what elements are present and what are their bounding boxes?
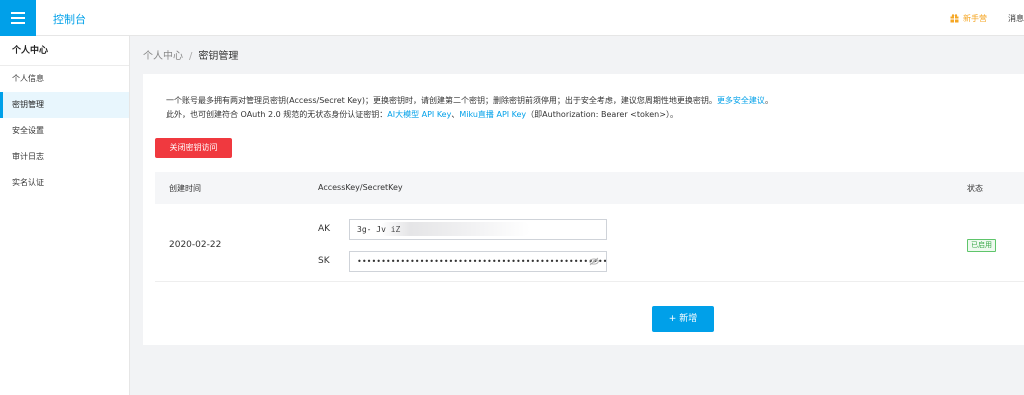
sidebar-item-key-management[interactable]: 密钥管理 bbox=[0, 92, 129, 118]
key-management-card: 一个账号最多拥有两对管理员密钥(Access/Secret Key)；更换密钥时… bbox=[143, 74, 1024, 345]
table-row: 2020-02-22 AK 3g- Jv iZ SK •••••••••••••… bbox=[155, 204, 1024, 282]
created-date: 2020-02-22 bbox=[169, 240, 222, 250]
notice-line-1: 一个账号最多拥有两对管理员密钥(Access/Secret Key)；更换密钥时… bbox=[166, 94, 773, 108]
menu-toggle-button[interactable] bbox=[0, 0, 36, 36]
newbie-link[interactable]: 新手营 bbox=[950, 13, 987, 24]
sidebar: 个人中心 个人信息 密钥管理 安全设置 审计日志 实名认证 bbox=[0, 36, 130, 395]
gift-icon bbox=[950, 14, 959, 23]
sk-label: SK bbox=[318, 256, 330, 266]
access-key-field[interactable]: 3g- Jv iZ bbox=[349, 219, 607, 240]
redaction-blur bbox=[380, 222, 530, 236]
notice-line-2: 此外，也可创建符合 OAuth 2.0 规范的无状态身份认证密钥：AI大模型 A… bbox=[166, 108, 773, 122]
ai-api-key-link[interactable]: AI大模型 API Key bbox=[387, 110, 451, 119]
notice-line-1-text: 一个账号最多拥有两对管理员密钥(Access/Secret Key)；更换密钥时… bbox=[166, 96, 717, 105]
notice-line-1-end: 。 bbox=[764, 96, 773, 105]
breadcrumb-current: 密钥管理 bbox=[198, 51, 239, 62]
ak-label: AK bbox=[318, 224, 331, 234]
app-title[interactable]: 控制台 bbox=[53, 11, 86, 27]
sidebar-item-security[interactable]: 安全设置 bbox=[0, 118, 129, 144]
sidebar-title: 个人中心 bbox=[0, 36, 129, 66]
eye-off-icon[interactable] bbox=[589, 257, 599, 266]
add-key-button[interactable]: + 新增 bbox=[652, 306, 714, 332]
secret-key-field[interactable]: ••••••••••••••••••••••••••••••••••••••••… bbox=[349, 251, 607, 272]
secret-key-value: ••••••••••••••••••••••••••••••••••••••••… bbox=[357, 257, 607, 266]
top-bar: 控制台 新手营 消息 bbox=[0, 0, 1024, 36]
breadcrumb-parent[interactable]: 个人中心 bbox=[143, 51, 183, 62]
sidebar-item-audit-log[interactable]: 审计日志 bbox=[0, 144, 129, 170]
notice-line-2-text: 此外，也可创建符合 OAuth 2.0 规范的无状态身份认证密钥： bbox=[166, 110, 388, 119]
miku-api-key-link[interactable]: Miku直播 API Key bbox=[459, 110, 526, 119]
sidebar-item-real-name[interactable]: 实名认证 bbox=[0, 170, 129, 196]
status-badge: 已启用 bbox=[967, 239, 996, 252]
column-created: 创建时间 bbox=[169, 184, 201, 193]
hamburger-icon bbox=[11, 12, 25, 24]
breadcrumb: 个人中心 / 密钥管理 bbox=[143, 47, 238, 62]
notice-line-2-end: （即Authorization: Bearer <token>）。 bbox=[526, 110, 678, 119]
breadcrumb-separator: / bbox=[189, 51, 193, 62]
notice-text: 一个账号最多拥有两对管理员密钥(Access/Secret Key)；更换密钥时… bbox=[166, 94, 773, 122]
sidebar-item-profile[interactable]: 个人信息 bbox=[0, 66, 129, 92]
newbie-label: 新手营 bbox=[963, 14, 987, 23]
disable-key-access-button[interactable]: 关闭密钥访问 bbox=[155, 138, 232, 158]
column-keys: AccessKey/SecretKey bbox=[318, 183, 403, 192]
more-security-tips-link[interactable]: 更多安全建议 bbox=[717, 96, 765, 105]
column-status: 状态 bbox=[967, 184, 983, 193]
messages-link[interactable]: 消息 bbox=[1008, 13, 1024, 24]
table-header: 创建时间 AccessKey/SecretKey 状态 bbox=[155, 172, 1024, 204]
